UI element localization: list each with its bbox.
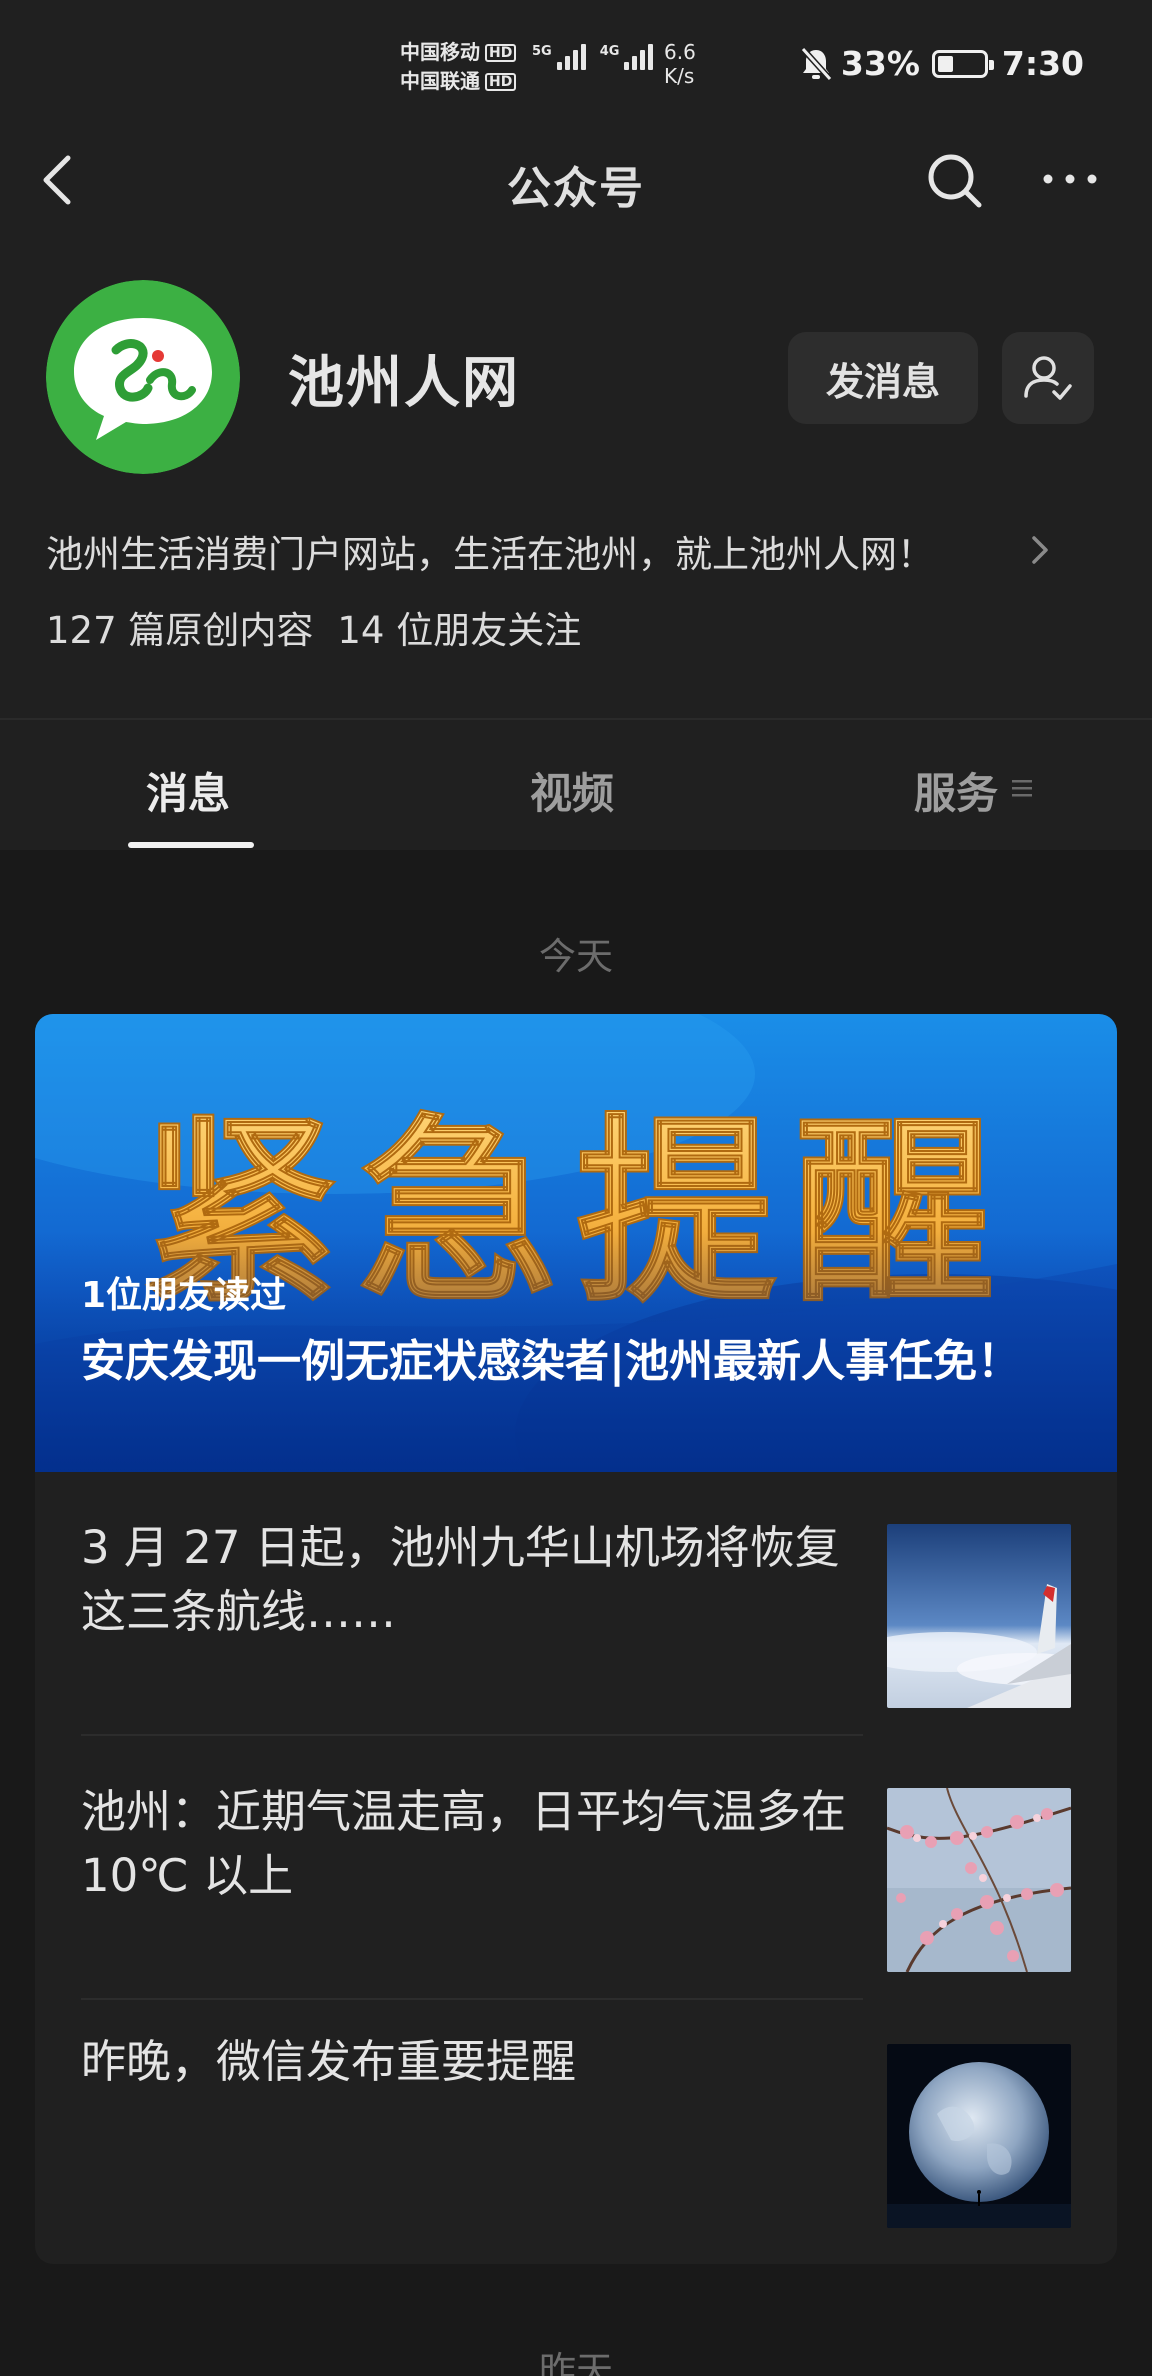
account-avatar[interactable] [46,280,240,474]
signal-5g-icon: 5G [532,44,586,70]
article-title: 3 月 27 日起，池州九华山机场将恢复这三条航线…… [81,1521,840,1638]
hd-badge: HD [485,72,517,91]
carrier-2: 中国联通 [400,69,480,93]
chevron-right-icon[interactable] [1024,530,1054,570]
list-item[interactable]: 昨晚，微信发布重要提醒 [35,2000,1117,2264]
menu-icon [1012,780,1032,797]
network-speed: 6.6 K/s [664,40,696,88]
carrier-info: 中国移动 HD 中国联通 HD [400,38,517,96]
search-icon[interactable] [924,150,986,212]
user-check-icon [1024,356,1072,400]
following-button[interactable] [1002,332,1094,424]
date-label-today: 今天 [539,935,613,978]
status-bar: 中国移动 HD 中国联通 HD 5G 4G 6.6 K/s 33% 7:30 [0,0,1152,140]
more-dots-icon[interactable] [1040,164,1100,194]
tab-bar: 消息 视频 服务 [0,718,1152,850]
airplane-wing-image [887,1524,1071,1708]
banner-readers: 1位朋友读过 [81,1275,287,1316]
tab-services[interactable]: 服务 [914,760,998,821]
account-stats: 127 篇原创内容 14 位朋友关注 [46,600,581,654]
account-description[interactable]: 池州生活消费门户网站，生活在池州，就上池州人网！ [46,524,934,578]
message-card: 紧急提醒 1位朋友读过 安庆发现一例无症状感染者|池州最新人事任免！ 3 月 2… [35,1014,1117,2264]
clock: 7:30 [1001,44,1084,83]
header-area: 中国移动 HD 中国联通 HD 5G 4G 6.6 K/s 33% 7:30 公… [0,0,1152,850]
bell-muted-icon [800,46,833,81]
account-profile: 池州人网 发消息 池州生活消费门户网站，生活在池州，就上池州人网！ 127 篇原… [0,220,1152,718]
account-logo-icon [46,280,240,474]
signal-4g-icon: 4G [600,44,654,70]
battery-percent: 33% [840,44,920,83]
plum-blossom-image [887,1788,1071,1972]
article-title: 池州：近期气温走高，日平均气温多在 10℃ 以上 [81,1785,847,1902]
original-count: 127 篇原创内容 [46,609,314,652]
friends-following: 14 位朋友关注 [337,609,582,652]
status-right: 33% 7:30 [799,44,1084,83]
list-item[interactable]: 3 月 27 日起，池州九华山机场将恢复这三条航线…… [35,1472,1117,1736]
page: 中国移动 HD 中国联通 HD 5G 4G 6.6 K/s 33% 7:30 公… [0,0,1152,2376]
carrier-1: 中国移动 [400,40,480,64]
article-title: 昨晚，微信发布重要提醒 [81,2035,577,2088]
signal-indicators: 5G 4G [532,44,654,70]
send-message-button[interactable]: 发消息 [788,332,978,424]
earth-image [887,2044,1071,2228]
tab-messages[interactable]: 消息 [146,760,230,821]
date-label-yesterday: 昨天 [539,2349,613,2376]
banner-title: 安庆发现一例无症状感染者|池州最新人事任免！ [81,1336,1022,1387]
banner-article[interactable]: 紧急提醒 1位朋友读过 安庆发现一例无症状感染者|池州最新人事任免！ [35,1014,1117,1472]
battery-icon [931,49,994,78]
list-item[interactable]: 池州：近期气温走高，日平均气温多在 10℃ 以上 [35,1736,1117,2000]
active-tab-indicator [128,842,254,848]
hd-badge: HD [485,43,517,62]
tab-videos[interactable]: 视频 [530,760,614,821]
nav-bar: 公众号 [0,140,1152,220]
account-name: 池州人网 [288,351,520,416]
